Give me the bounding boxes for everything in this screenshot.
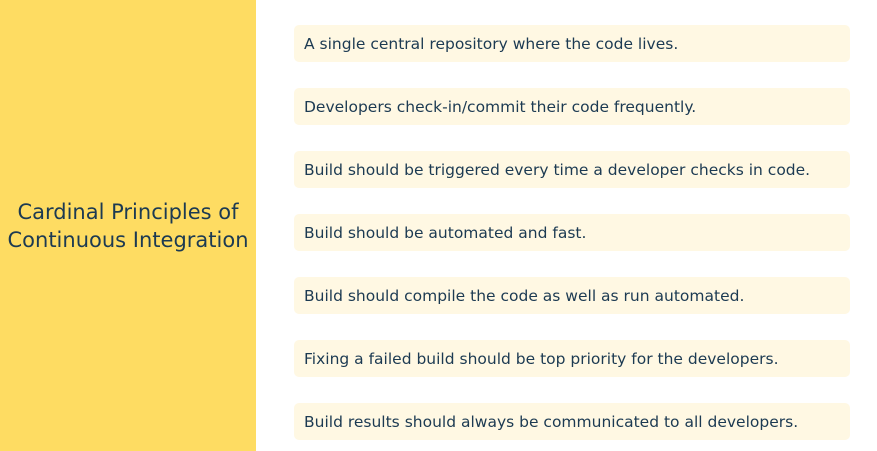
- side-panel: Cardinal Principles of Continuous Integr…: [0, 0, 256, 451]
- principle-text: Build results should always be communica…: [304, 412, 799, 431]
- principle-item: Developers check-in/commit their code fr…: [294, 88, 850, 125]
- principle-text: Developers check-in/commit their code fr…: [304, 97, 697, 116]
- principle-text: A single central repository where the co…: [304, 34, 679, 53]
- principle-item: A single central repository where the co…: [294, 25, 850, 62]
- principle-text: Build should be automated and fast.: [304, 223, 587, 242]
- principle-text: Fixing a failed build should be top prio…: [304, 349, 779, 368]
- principle-item: Build should be triggered every time a d…: [294, 151, 850, 188]
- principle-item: Build should compile the code as well as…: [294, 277, 850, 314]
- principle-text: Build should be triggered every time a d…: [304, 160, 811, 179]
- principles-list: A single central repository where the co…: [294, 25, 850, 440]
- principle-item: Build results should always be communica…: [294, 403, 850, 440]
- diagram-title: Cardinal Principles of Continuous Integr…: [7, 199, 249, 252]
- principle-text: Build should compile the code as well as…: [304, 286, 745, 305]
- principle-item: Build should be automated and fast.: [294, 214, 850, 251]
- principle-item: Fixing a failed build should be top prio…: [294, 340, 850, 377]
